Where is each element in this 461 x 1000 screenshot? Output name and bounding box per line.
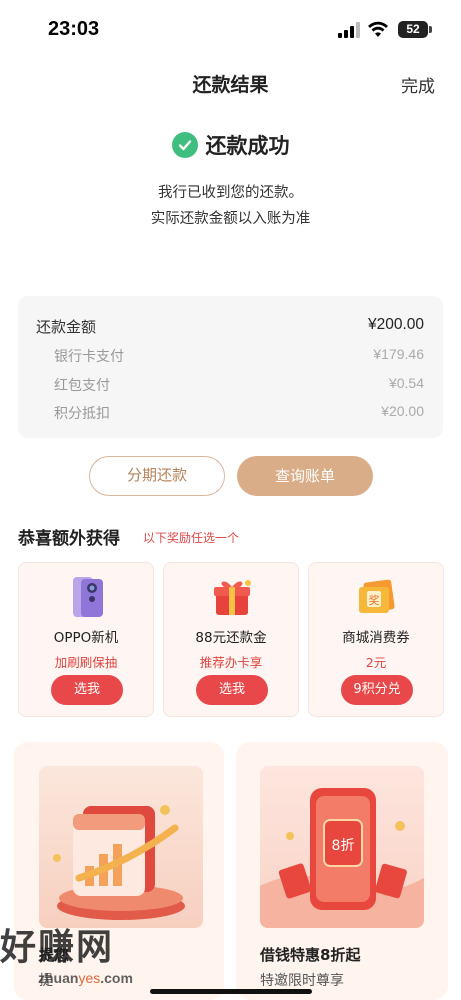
amount-item-value: ¥179.46 bbox=[373, 346, 424, 362]
amount-item-label: 银行卡支付 bbox=[54, 349, 124, 365]
amount-total-row: 还款金额 ¥200.00 bbox=[18, 316, 443, 338]
watermark-url-suffix: yes bbox=[78, 970, 101, 986]
reward-desc: 推荐办卡享 bbox=[199, 655, 263, 670]
bonus-title: 恭喜额外获得 bbox=[18, 529, 120, 549]
amount-card: 还款金额 ¥200.00 银行卡支付 ¥179.46 红包支付 ¥0.54 积分… bbox=[18, 296, 443, 438]
amount-item-row: 银行卡支付 ¥179.46 bbox=[18, 346, 443, 368]
result-header: 还款成功 bbox=[0, 130, 461, 160]
battery-icon: 52 bbox=[398, 21, 428, 38]
installment-button[interactable]: 分期还款 bbox=[89, 456, 225, 496]
gift-box-icon bbox=[214, 580, 251, 615]
redeem-points-button[interactable]: 9积分兑 bbox=[341, 675, 413, 705]
promo-subtitle: 特邀限时尊享 bbox=[260, 973, 344, 989]
chart-calendar-icon bbox=[39, 766, 203, 928]
success-check-icon bbox=[171, 132, 198, 158]
reward-card-coupon[interactable]: 奖 商城消费券 2元 9积分兑 bbox=[308, 562, 444, 717]
result-title: 还款成功 bbox=[205, 134, 290, 158]
amount-item-label: 积分抵扣 bbox=[54, 406, 110, 422]
wifi-icon bbox=[368, 21, 388, 37]
home-indicator[interactable] bbox=[150, 989, 312, 994]
watermark-brand: 好赚网 bbox=[0, 927, 115, 968]
result-desc-line2: 实际还款金额以入账为准 bbox=[150, 211, 311, 227]
reward-name: 商城消费券 bbox=[342, 630, 410, 646]
svg-text:奖: 奖 bbox=[369, 593, 380, 607]
discount-badge: 8折 bbox=[332, 838, 355, 854]
page-title: 还款结果 bbox=[192, 74, 269, 96]
bonus-subtitle: 以下奖励任选一个 bbox=[143, 531, 240, 545]
reward-name: OPPO新机 bbox=[53, 630, 119, 646]
promo-title: 借钱特惠8折起 bbox=[260, 946, 361, 964]
reward-card-cash[interactable]: 88元还款金 推荐办卡享 选我 bbox=[163, 562, 299, 717]
amount-total-label: 还款金额 bbox=[36, 318, 97, 336]
done-button[interactable]: 完成 bbox=[401, 72, 435, 97]
promo-card-loan[interactable]: 8折 借钱特惠8折起 特邀限时尊享 bbox=[236, 742, 448, 1000]
reward-card-phone[interactable]: OPPO新机 加刷刷保抽 选我 bbox=[18, 562, 154, 717]
query-bill-button[interactable]: 查询账单 bbox=[237, 456, 373, 496]
watermark-url-tail: .com bbox=[100, 970, 133, 986]
watermark-url-prefix: zhuan bbox=[38, 970, 79, 986]
watermark-url: zhuanyes.com bbox=[38, 970, 133, 986]
amount-item-value: ¥20.00 bbox=[381, 403, 424, 419]
select-reward-button[interactable]: 选我 bbox=[51, 675, 123, 705]
status-time: 23:03 bbox=[48, 18, 100, 40]
signal-icon bbox=[338, 22, 360, 38]
coupon-icon: 奖 bbox=[359, 579, 395, 613]
amount-total-value: ¥200.00 bbox=[367, 316, 424, 333]
amount-item-row: 积分抵扣 ¥20.00 bbox=[18, 403, 443, 425]
amount-item-row: 红包支付 ¥0.54 bbox=[18, 375, 443, 397]
result-desc-line1: 我行已收到您的还款。 bbox=[158, 185, 303, 201]
phone-icon bbox=[73, 577, 103, 617]
amount-item-value: ¥0.54 bbox=[388, 375, 424, 391]
amount-item-label: 红包支付 bbox=[54, 378, 110, 394]
reward-name: 88元还款金 bbox=[195, 630, 267, 646]
discount-phone-icon: 8折 bbox=[260, 766, 424, 928]
reward-desc: 2元 bbox=[365, 655, 387, 670]
result-description: 我行已收到您的还款。 实际还款金额以入账为准 bbox=[0, 180, 461, 232]
status-bar: 23:03 52 bbox=[0, 0, 461, 56]
select-reward-button[interactable]: 选我 bbox=[196, 675, 268, 705]
reward-desc: 加刷刷保抽 bbox=[54, 655, 118, 670]
battery-cap bbox=[429, 26, 432, 33]
